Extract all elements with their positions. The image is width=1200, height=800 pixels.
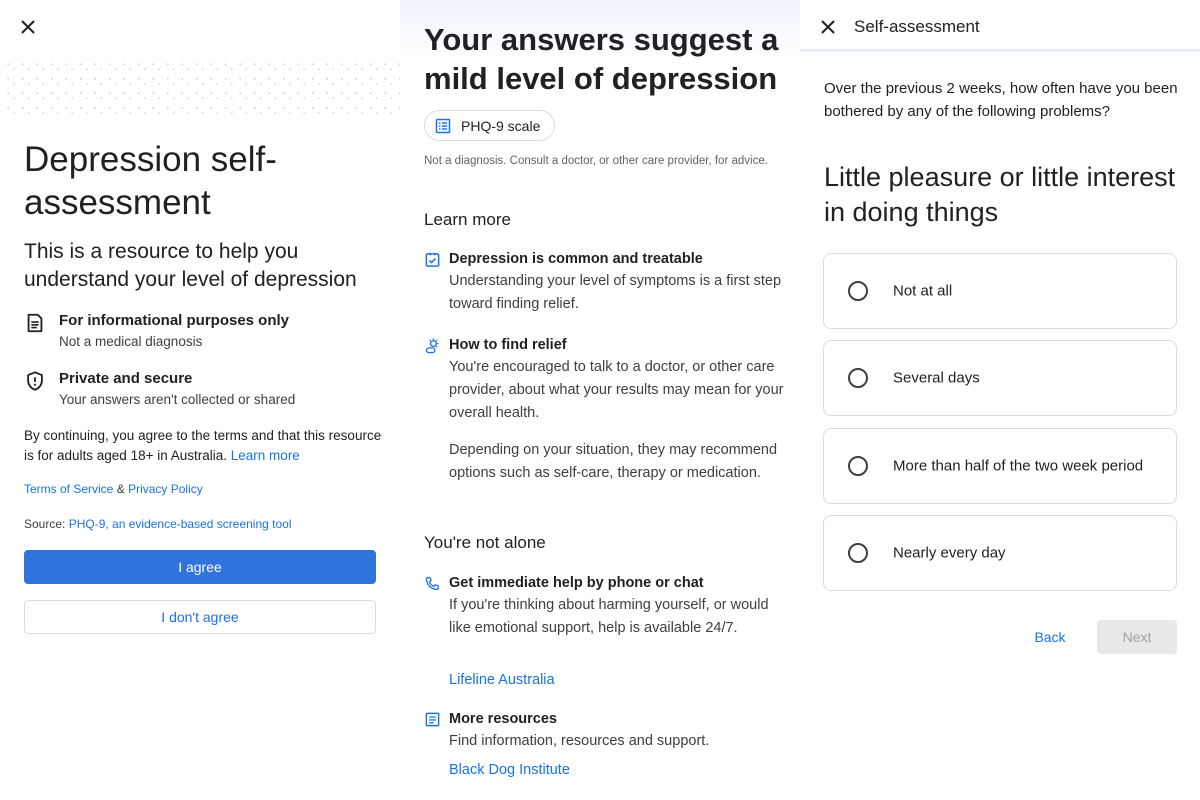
- privacy-policy-link[interactable]: Privacy Policy: [128, 482, 203, 496]
- question-prompt: Over the previous 2 weeks, how often hav…: [824, 80, 1178, 120]
- disclaimer-note: Not a diagnosis. Consult a doctor, or ot…: [424, 155, 768, 167]
- chip-label: PHQ-9 scale: [461, 117, 541, 134]
- info-desc-secondary: Depending on your situation, they may re…: [449, 442, 778, 481]
- close-icon[interactable]: [818, 17, 838, 37]
- help-desc: Find information, resources and support.: [449, 733, 710, 749]
- legal-links: Terms of Service & Privacy Policy: [24, 480, 203, 498]
- question-header: Self-assessment: [800, 0, 1200, 52]
- feature-desc: Not a medical diagnosis: [59, 334, 203, 349]
- page-subtitle: This is a resource to help you understan…: [24, 240, 357, 291]
- source-line: Source: PHQ-9, an evidence-based screeni…: [24, 515, 292, 533]
- results-title: Your answers suggest a mild level of dep…: [424, 22, 779, 96]
- article-icon: [425, 712, 440, 727]
- info-title: How to find relief: [449, 337, 567, 353]
- list-icon: [435, 118, 451, 133]
- help-title: Get immediate help by phone or chat: [449, 575, 704, 591]
- radio-button[interactable]: [848, 368, 868, 388]
- disagree-button[interactable]: I don't agree: [24, 600, 376, 634]
- help-title: More resources: [449, 711, 557, 727]
- ampersand: &: [116, 482, 125, 496]
- back-button[interactable]: Back: [1010, 620, 1090, 654]
- intro-panel: Depression self-assessment This is a res…: [0, 0, 400, 800]
- phq9-source-link[interactable]: PHQ-9, an evidence-based screening tool: [69, 517, 292, 531]
- option-label: More than half of the two week period: [893, 457, 1144, 475]
- clipboard-check-icon: [425, 252, 440, 267]
- radio-button[interactable]: [848, 543, 868, 563]
- consent-body: By continuing, you agree to the terms an…: [24, 428, 382, 463]
- consent-text: By continuing, you agree to the terms an…: [24, 426, 384, 466]
- option-more-than-half[interactable]: More than half of the two week period: [823, 428, 1177, 504]
- help-desc: If you're thinking about harming yoursel…: [449, 597, 769, 636]
- decorative-dot-pattern-offset: [7, 62, 400, 120]
- option-label: Several days: [893, 369, 980, 387]
- agree-button[interactable]: I agree: [24, 550, 376, 584]
- feature-title: Private and secure: [59, 370, 193, 387]
- question-panel: Self-assessment Over the previous 2 week…: [800, 0, 1200, 800]
- source-label: Source:: [24, 517, 66, 531]
- option-label: Not at all: [893, 282, 953, 300]
- results-panel: Your answers suggest a mild level of dep…: [400, 0, 800, 800]
- phq9-scale-chip[interactable]: PHQ-9 scale: [424, 110, 556, 141]
- info-title: Depression is common and treatable: [449, 251, 703, 267]
- option-several-days[interactable]: Several days: [823, 340, 1177, 416]
- info-desc: Understanding your level of symptoms is …: [449, 273, 782, 312]
- option-label: Nearly every day: [893, 544, 1006, 562]
- phone-icon: [425, 576, 440, 591]
- feature-desc: Your answers aren't collected or shared: [59, 392, 296, 407]
- header-title: Self-assessment: [854, 17, 980, 36]
- lifeline-australia-link[interactable]: Lifeline Australia: [449, 669, 555, 691]
- info-desc: You're encouraged to talk to a doctor, o…: [449, 359, 784, 421]
- question-item: Little pleasure or little interest in do…: [824, 162, 1176, 227]
- document-icon: [27, 313, 43, 333]
- feature-title: For informational purposes only: [59, 312, 290, 329]
- next-button: Next: [1097, 620, 1177, 654]
- radio-button[interactable]: [848, 456, 868, 476]
- learn-more-heading: Learn more: [424, 210, 511, 229]
- radio-button[interactable]: [848, 281, 868, 301]
- terms-of-service-link[interactable]: Terms of Service: [24, 482, 113, 496]
- black-dog-institute-link[interactable]: Black Dog Institute: [449, 759, 570, 781]
- shield-icon: [27, 371, 43, 391]
- not-alone-heading: You're not alone: [424, 533, 546, 552]
- option-not-at-all[interactable]: Not at all: [823, 253, 1177, 329]
- page-title: Depression self-assessment: [24, 140, 277, 222]
- option-nearly-every-day[interactable]: Nearly every day: [823, 515, 1177, 591]
- learn-more-link[interactable]: Learn more: [231, 448, 300, 463]
- sun-cloud-icon: [425, 338, 439, 354]
- close-icon[interactable]: [18, 17, 38, 37]
